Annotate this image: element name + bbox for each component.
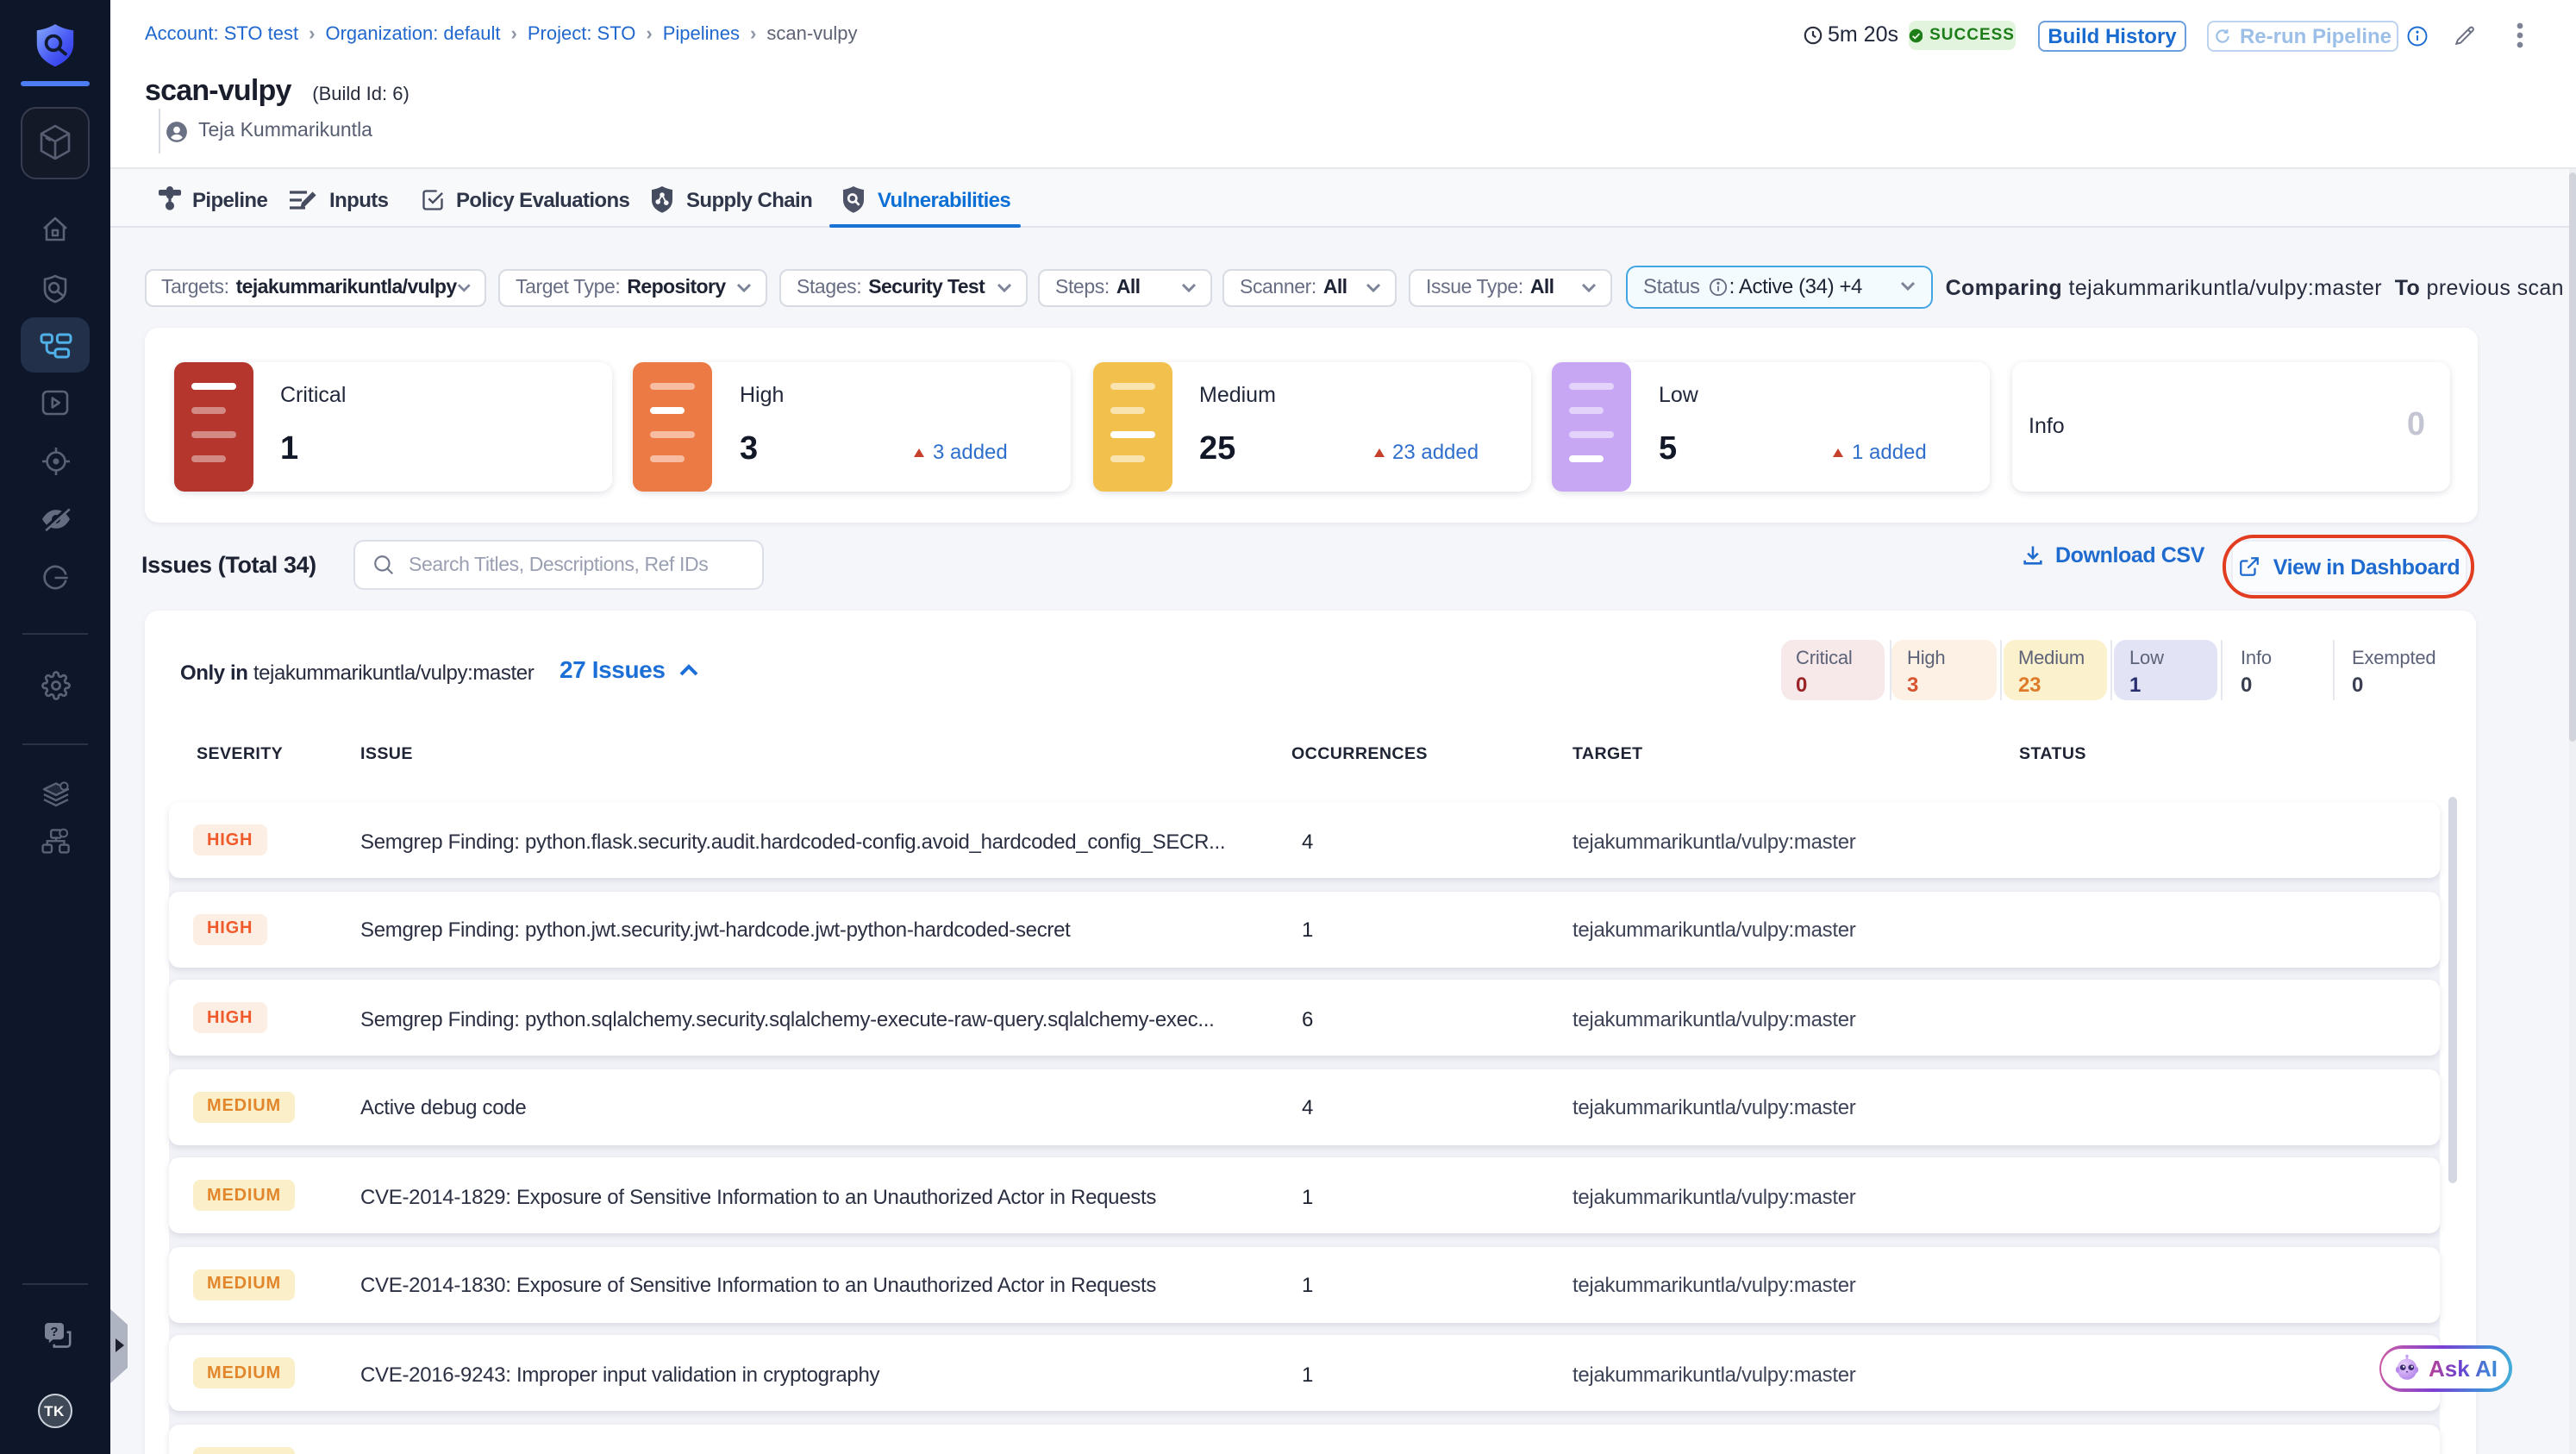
svg-text:?: ? [50, 1325, 58, 1339]
